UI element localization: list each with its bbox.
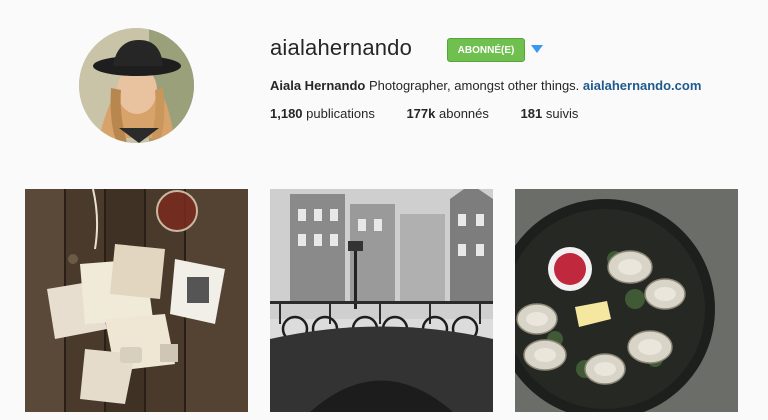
profile-avatar[interactable] [79,28,194,143]
stat-following[interactable]: 181 suivis [521,106,579,121]
profile-bio: Aiala Hernando Photographer, amongst oth… [270,78,701,93]
post-thumbnail-2[interactable] [270,189,493,412]
profile-username: aialahernando [270,35,413,60]
profile-stats: 1,180 publications 177k abonnés 181 suiv… [270,106,606,121]
post-image-oysters [515,189,738,412]
stat-label: abonnés [439,106,489,121]
post-image-canal [270,189,493,412]
post-image-letters [25,189,248,412]
stat-label: publications [306,106,375,121]
post-thumbnail-1[interactable] [25,189,248,412]
stat-value: 1,180 [270,106,303,121]
stat-followers[interactable]: 177k abonnés [406,106,488,121]
post-thumbnail-3[interactable] [515,189,738,412]
stat-value: 181 [520,106,543,121]
profile-bio-text: Photographer, amongst other things. [368,78,580,93]
stat-value: 177k [406,106,436,121]
following-button[interactable]: ABONNÉ(E) [447,38,525,62]
profile-website-link[interactable]: aialahernando.com [583,78,701,93]
stat-publications[interactable]: 1,180 publications [270,106,375,121]
chevron-down-icon[interactable] [531,45,543,53]
profile-full-name: Aiala Hernando [270,78,366,93]
stat-label: suivis [545,106,579,121]
